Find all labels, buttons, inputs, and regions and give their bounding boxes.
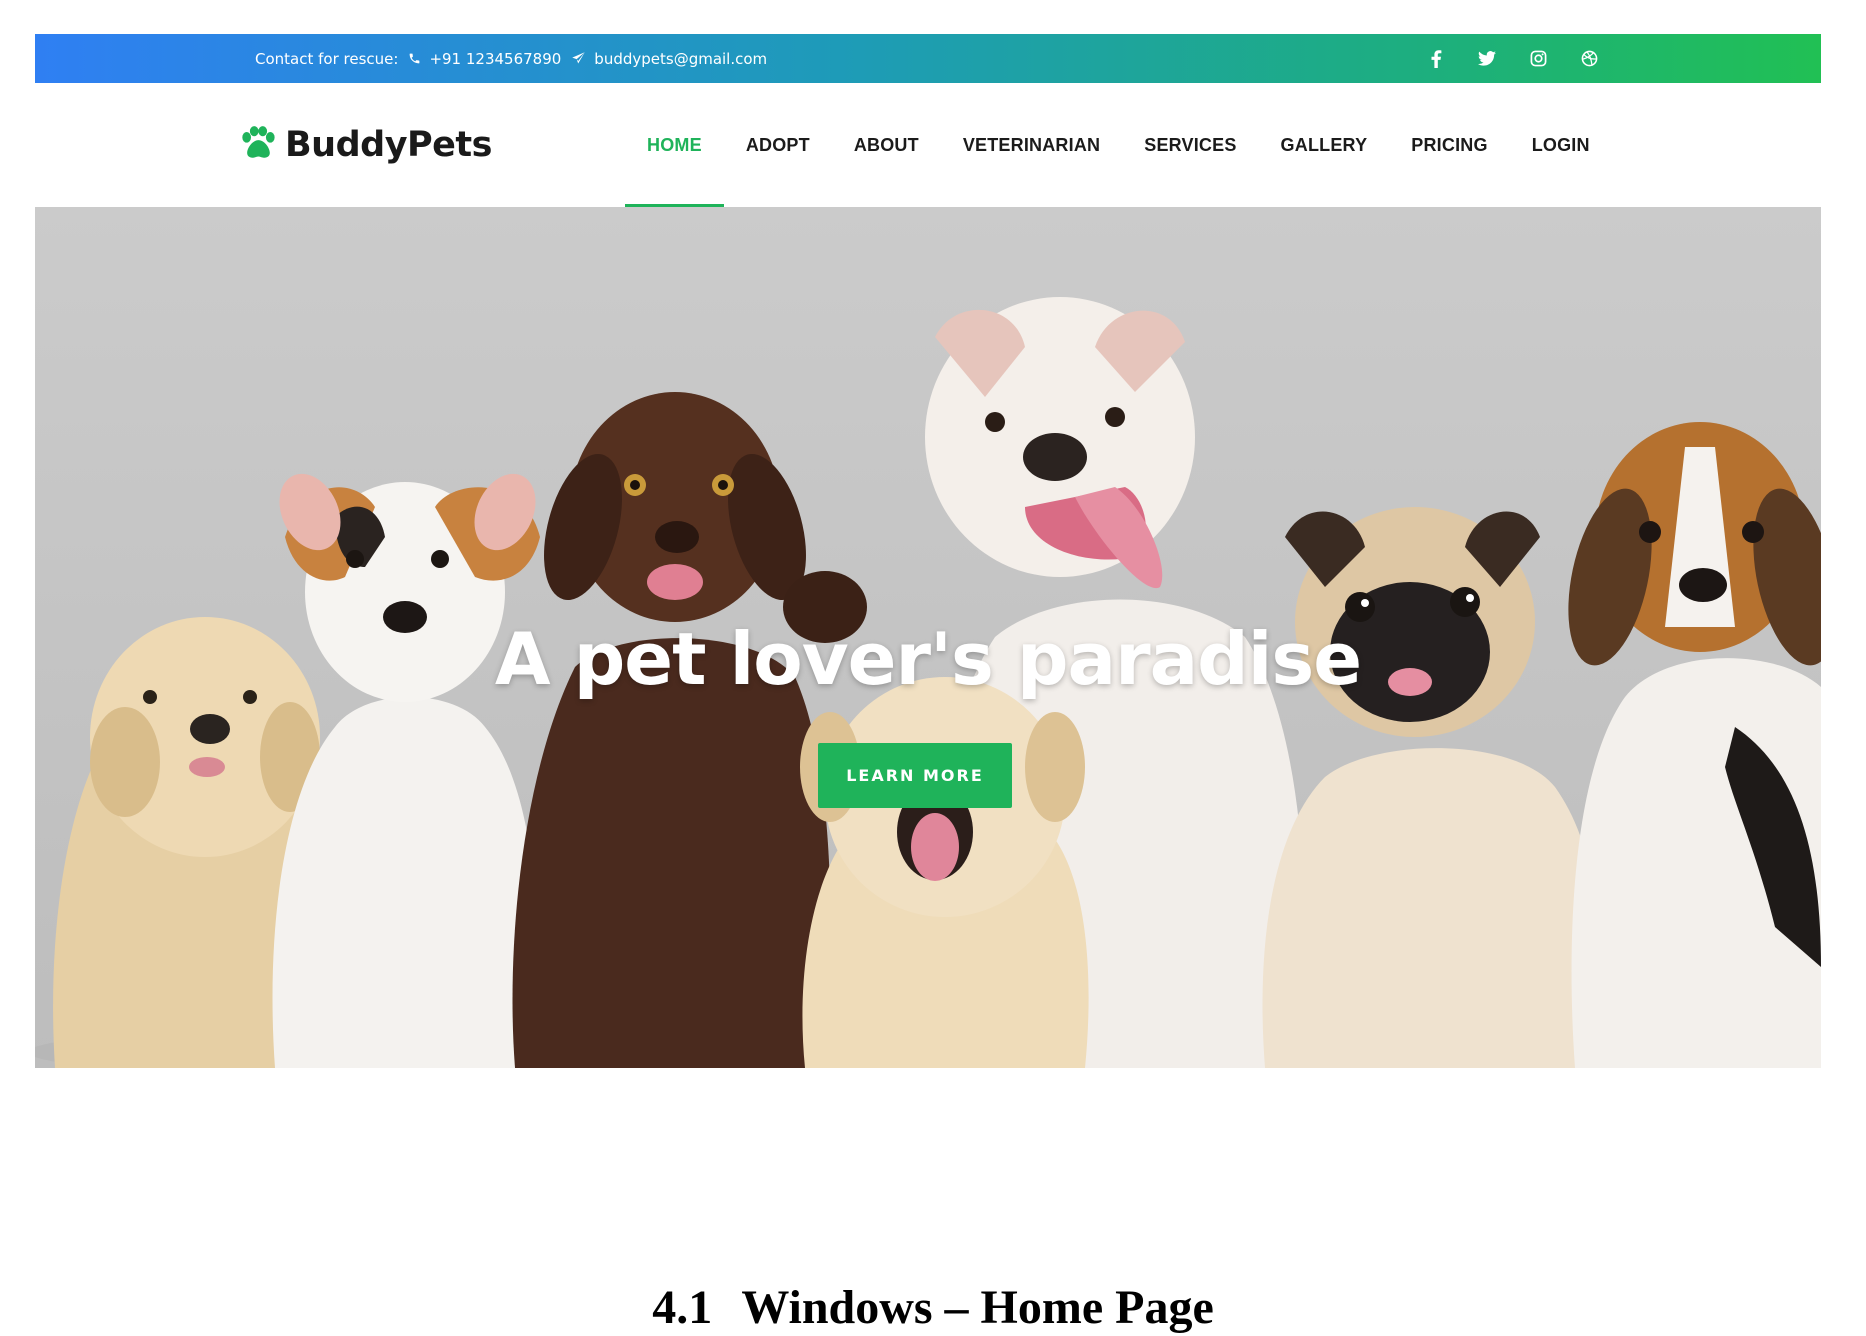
dribbble-icon[interactable] [1578, 48, 1600, 70]
figure-caption: 4.1 Windows – Home Page [0, 1280, 1866, 1335]
phone-icon [408, 52, 421, 65]
main-navbar: BuddyPets HOME ADOPT ABOUT VETERINARIAN … [35, 83, 1821, 207]
twitter-icon[interactable] [1476, 48, 1498, 70]
nav-menu: HOME ADOPT ABOUT VETERINARIAN SERVICES G… [625, 83, 1612, 207]
social-links [1425, 34, 1600, 83]
browser-screenshot: Contact for rescue: +91 1234567890 buddy… [35, 34, 1821, 1068]
nav-item-gallery[interactable]: GALLERY [1259, 83, 1390, 207]
nav-item-pricing[interactable]: PRICING [1389, 83, 1509, 207]
hero-headline: A pet lover's paradise [494, 617, 1362, 701]
nav-item-login[interactable]: LOGIN [1510, 83, 1612, 207]
brand-name: BuddyPets [285, 125, 492, 165]
email-link[interactable]: buddypets@gmail.com [571, 50, 767, 68]
phone-link[interactable]: +91 1234567890 [408, 50, 561, 68]
top-contact-bar: Contact for rescue: +91 1234567890 buddy… [35, 34, 1821, 83]
contact-label: Contact for rescue: [255, 49, 399, 68]
nav-item-veterinarian[interactable]: VETERINARIAN [941, 83, 1122, 207]
hero-banner: A pet lover's paradise LEARN MORE [35, 207, 1821, 1068]
email-address: buddypets@gmail.com [594, 49, 768, 68]
nav-item-adopt[interactable]: ADOPT [724, 83, 832, 207]
nav-item-home[interactable]: HOME [625, 83, 724, 207]
paw-icon [239, 126, 277, 164]
nav-item-services[interactable]: SERVICES [1122, 83, 1258, 207]
instagram-icon[interactable] [1527, 48, 1549, 70]
caption-number: 4.1 [652, 1281, 713, 1334]
learn-more-button[interactable]: LEARN MORE [818, 743, 1012, 808]
phone-number: +91 1234567890 [429, 49, 562, 68]
contact-info: Contact for rescue: +91 1234567890 buddy… [255, 34, 767, 83]
paper-plane-icon [571, 51, 586, 66]
nav-item-about[interactable]: ABOUT [832, 83, 941, 207]
caption-text: Windows – Home Page [741, 1281, 1214, 1334]
facebook-icon[interactable] [1425, 48, 1447, 70]
site-logo[interactable]: BuddyPets [239, 83, 492, 207]
golden-puppy-center [800, 677, 1089, 1068]
